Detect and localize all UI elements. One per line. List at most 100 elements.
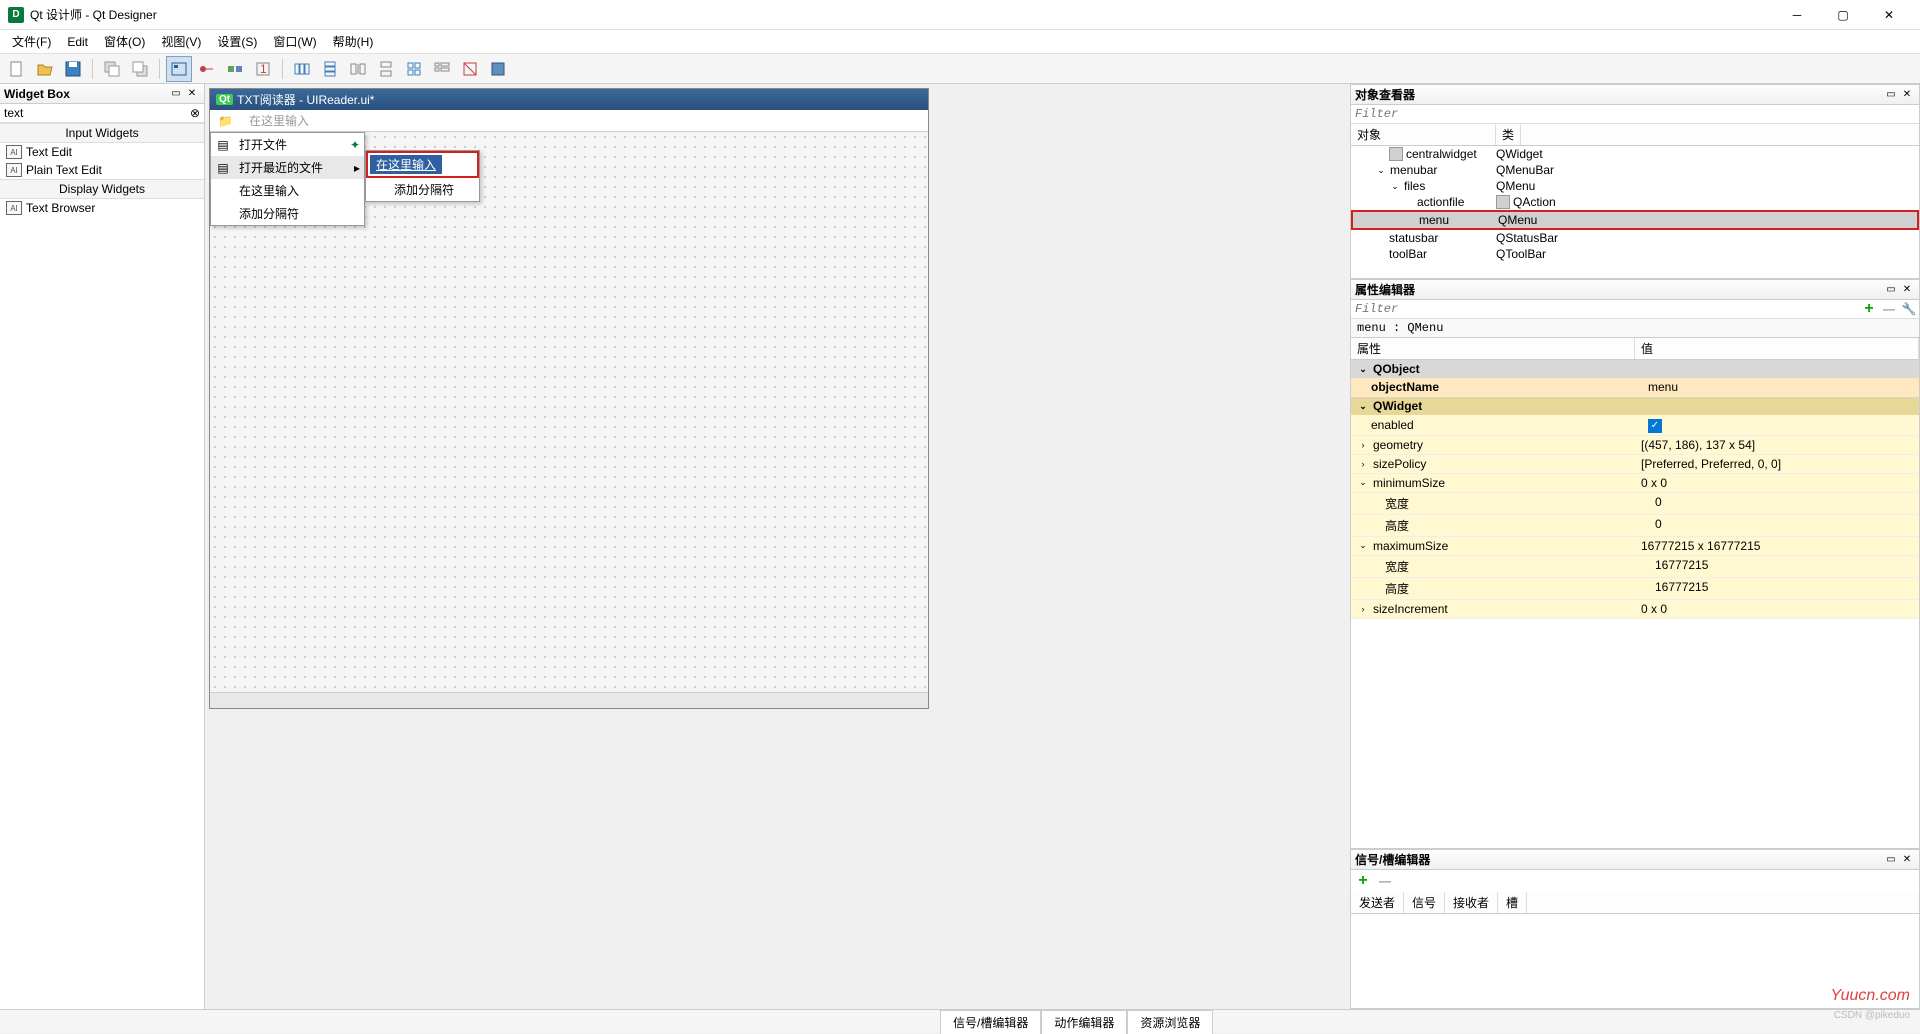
widget-text-browser[interactable]: AIText Browser (0, 199, 204, 217)
prop-maxheight[interactable]: 高度16777215 (1351, 578, 1919, 600)
layout-v-button[interactable] (317, 56, 343, 82)
dd-open-file[interactable]: ▤ 打开文件 ✦ (211, 133, 364, 156)
prop-geometry[interactable]: ›geometry[(457, 186), 137 x 54] (1351, 436, 1919, 455)
prop-maxwidth[interactable]: 宽度16777215 (1351, 556, 1919, 578)
menu-edit[interactable]: Edit (59, 32, 96, 52)
dd-type-here[interactable]: 在这里输入 (211, 179, 364, 202)
signal-slot-panel: 信号/槽编辑器 ▭ ✕ + — 发送者 信号 接收者 槽 (1350, 849, 1920, 1009)
layout-form-button[interactable] (429, 56, 455, 82)
menu-view[interactable]: 视图(V) (153, 30, 209, 53)
edit-widgets-button[interactable] (166, 56, 192, 82)
submenu-type-here[interactable]: 在这里输入 (366, 151, 479, 178)
property-editor-title: 属性编辑器 (1355, 281, 1883, 298)
layout-vsplit-button[interactable] (373, 56, 399, 82)
dock-button[interactable]: ▭ (1883, 852, 1899, 868)
object-filter-input[interactable] (1351, 105, 1919, 124)
dd-open-recent[interactable]: ▤ 打开最近的文件 ▸ (211, 156, 364, 179)
group-qwidget[interactable]: ⌄QWidget (1351, 397, 1919, 415)
file-icon: ▤ (215, 161, 231, 175)
design-menubar[interactable]: 📁 在这里输入 (210, 110, 928, 132)
tab-action-editor[interactable]: 动作编辑器 (1041, 1010, 1127, 1034)
obj-statusbar[interactable]: statusbarQStatusBar (1351, 230, 1919, 246)
obj-toolbar[interactable]: toolBarQToolBar (1351, 246, 1919, 262)
prop-minwidth[interactable]: 宽度0 (1351, 493, 1919, 515)
files-dropdown: ▤ 打开文件 ✦ ▤ 打开最近的文件 ▸ 在这里输入 添加分隔符 (210, 132, 365, 226)
menu-help[interactable]: 帮助(H) (325, 30, 382, 53)
prop-objectname[interactable]: objectNamemenu (1351, 378, 1919, 397)
wrench-icon[interactable]: 🔧 (1899, 302, 1919, 316)
dock-button[interactable]: ▭ (1883, 87, 1899, 103)
design-canvas[interactable]: ▤ 打开文件 ✦ ▤ 打开最近的文件 ▸ 在这里输入 添加分隔符 在这里输 (210, 132, 928, 692)
property-table[interactable]: ⌄QObject objectNamemenu ⌄QWidget enabled… (1351, 360, 1919, 848)
layout-grid-button[interactable] (401, 56, 427, 82)
minimize-button[interactable]: ─ (1774, 0, 1820, 30)
tab-resource-browser[interactable]: 资源浏览器 (1127, 1010, 1213, 1034)
design-window[interactable]: Qt TXT阅读器 - UIReader.ui* 📁 在这里输入 ▤ 打开文件 … (209, 88, 929, 709)
widget-box-title: Widget Box (4, 87, 168, 101)
menu-settings[interactable]: 设置(S) (209, 30, 265, 53)
property-filter-input[interactable] (1351, 300, 1859, 318)
new-file-button[interactable] (4, 56, 30, 82)
clear-search-button[interactable]: ⊗ (186, 106, 204, 120)
panel-close-button[interactable]: ✕ (1899, 282, 1915, 298)
tab-signal-slot[interactable]: 信号/槽编辑器 (940, 1010, 1041, 1034)
folder-menu-icon[interactable]: 📁 (210, 110, 241, 131)
obj-centralwidget[interactable]: centralwidgetQWidget (1351, 146, 1919, 162)
widget-text-edit[interactable]: AIText Edit (0, 143, 204, 161)
obj-menubar[interactable]: ⌄menubarQMenuBar (1351, 162, 1919, 178)
menu-form[interactable]: 窗体(O) (96, 30, 153, 53)
remove-signal-button[interactable]: — (1375, 872, 1395, 890)
file-icon: ▤ (215, 138, 231, 152)
remove-property-button[interactable]: — (1879, 302, 1899, 316)
save-button[interactable] (60, 56, 86, 82)
adjust-size-button[interactable] (485, 56, 511, 82)
prop-sizeincrement[interactable]: ›sizeIncrement0 x 0 (1351, 600, 1919, 619)
object-tree[interactable]: centralwidgetQWidget ⌄menubarQMenuBar ⌄f… (1351, 146, 1919, 278)
send-back-button[interactable] (99, 56, 125, 82)
category-input-widgets[interactable]: Input Widgets (0, 123, 204, 143)
menu-file[interactable]: 文件(F) (4, 30, 59, 53)
obj-actionfile[interactable]: actionfile QAction (1351, 194, 1919, 210)
plain-text-icon: AI (6, 163, 22, 177)
toolbar: 1 (0, 54, 1920, 84)
signal-header: 发送者 信号 接收者 槽 (1351, 892, 1919, 914)
edit-buddies-button[interactable] (222, 56, 248, 82)
dock-button[interactable]: ▭ (1883, 282, 1899, 298)
menu-placeholder[interactable]: 在这里输入 (241, 110, 317, 131)
open-file-button[interactable] (32, 56, 58, 82)
edit-taborder-button[interactable]: 1 (250, 56, 276, 82)
obj-menu[interactable]: menuQMenu (1351, 210, 1919, 230)
expander-icon[interactable]: ⌄ (1389, 181, 1401, 192)
maximize-button[interactable]: ▢ (1820, 0, 1866, 30)
break-layout-button[interactable] (457, 56, 483, 82)
close-button[interactable]: ✕ (1866, 0, 1912, 30)
expander-icon[interactable]: ⌄ (1375, 165, 1387, 176)
widget-search-input[interactable] (0, 104, 186, 122)
submenu-add-separator[interactable]: 添加分隔符 (366, 178, 479, 201)
window-title: Qt 设计师 - Qt Designer (30, 6, 1774, 23)
titlebar: D Qt 设计师 - Qt Designer ─ ▢ ✕ (0, 0, 1920, 30)
menu-window[interactable]: 窗口(W) (265, 30, 324, 53)
horizontal-scrollbar[interactable] (210, 692, 928, 708)
prop-minsize[interactable]: ⌄minimumSize0 x 0 (1351, 474, 1919, 493)
add-signal-button[interactable]: + (1353, 872, 1373, 890)
add-property-button[interactable]: + (1859, 300, 1879, 318)
dock-button[interactable]: ▭ (168, 86, 184, 102)
panel-close-button[interactable]: ✕ (1899, 852, 1915, 868)
panel-close-button[interactable]: ✕ (184, 86, 200, 102)
category-display-widgets[interactable]: Display Widgets (0, 179, 204, 199)
prop-maxsize[interactable]: ⌄maximumSize16777215 x 16777215 (1351, 537, 1919, 556)
layout-hsplit-button[interactable] (345, 56, 371, 82)
dd-add-separator[interactable]: 添加分隔符 (211, 202, 364, 225)
obj-files[interactable]: ⌄filesQMenu (1351, 178, 1919, 194)
prop-enabled[interactable]: enabled✓ (1351, 415, 1919, 436)
prop-sizepolicy[interactable]: ›sizePolicy[Preferred, Preferred, 0, 0] (1351, 455, 1919, 474)
edit-signals-button[interactable] (194, 56, 220, 82)
layout-h-button[interactable] (289, 56, 315, 82)
group-qobject[interactable]: ⌄QObject (1351, 360, 1919, 378)
panel-close-button[interactable]: ✕ (1899, 87, 1915, 103)
prop-minheight[interactable]: 高度0 (1351, 515, 1919, 537)
bring-front-button[interactable] (127, 56, 153, 82)
checkbox-checked-icon[interactable]: ✓ (1648, 419, 1662, 433)
widget-plain-text-edit[interactable]: AIPlain Text Edit (0, 161, 204, 179)
